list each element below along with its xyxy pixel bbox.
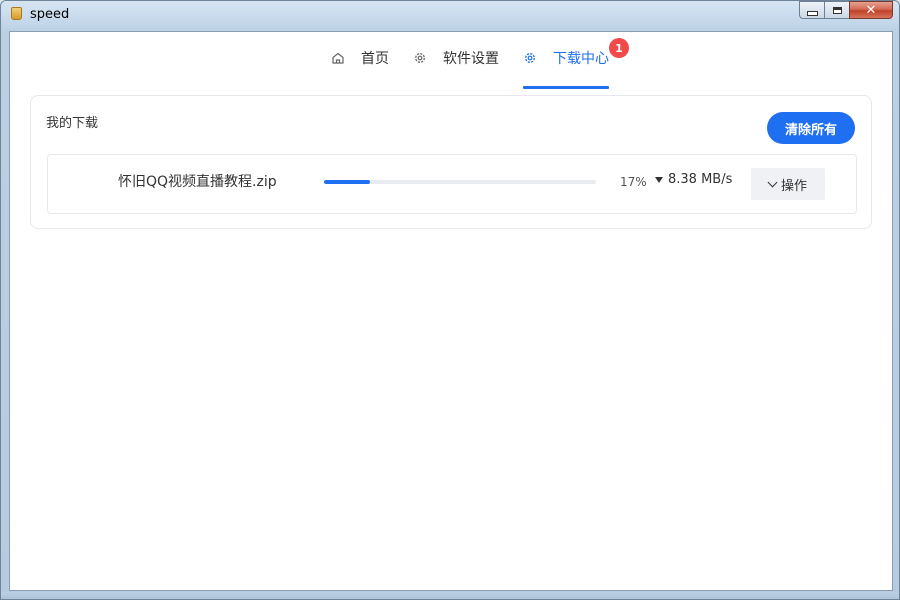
- gear-icon: [415, 53, 425, 63]
- app-icon: [11, 7, 22, 20]
- download-arrow-icon: [655, 176, 663, 183]
- tab-download-center[interactable]: 下载中心 1: [523, 38, 629, 89]
- tab-settings[interactable]: 软件设置: [413, 48, 499, 88]
- action-label: 操作: [780, 178, 807, 194]
- download-progress-bar: [324, 180, 596, 184]
- nav-bar: 首页 软件设置 下载中心 1: [10, 32, 892, 90]
- download-filename: 怀旧QQ视频直播教程.zip: [118, 174, 277, 190]
- client-area: 首页 软件设置 下载中心 1 我的下载 清除所有 怀旧QQ视频直播教程.zip …: [9, 31, 893, 591]
- tab-home-label: 首页: [361, 51, 389, 67]
- download-percent: 17%: [620, 175, 647, 189]
- download-speed-value: 8.38 MB/s: [668, 172, 733, 187]
- maximize-icon: [832, 6, 842, 14]
- action-dropdown-button[interactable]: 操作: [751, 168, 825, 200]
- window-bottom-frame: [1, 592, 899, 599]
- tab-home[interactable]: 首页: [331, 48, 389, 88]
- minimize-button[interactable]: [799, 1, 825, 19]
- window-controls: ✕: [799, 1, 893, 21]
- tab-download-center-label: 下载中心: [553, 51, 609, 67]
- gear-icon: [525, 53, 535, 63]
- clear-all-button[interactable]: 清除所有: [767, 112, 855, 144]
- window-title: speed: [30, 7, 70, 22]
- tab-settings-label: 软件设置: [443, 51, 499, 67]
- title-bar[interactable]: speed ✕: [1, 1, 899, 29]
- active-tab-indicator: [523, 86, 609, 89]
- my-downloads-card: 我的下载 清除所有 怀旧QQ视频直播教程.zip 17% 8.38 MB/s 操…: [30, 95, 872, 229]
- maximize-button[interactable]: [824, 1, 850, 19]
- home-icon: [332, 52, 344, 64]
- minimize-icon: [806, 10, 818, 16]
- close-icon: ✕: [865, 2, 877, 18]
- card-title: 我的下载: [46, 116, 99, 131]
- download-speed: 8.38 MB/s: [655, 172, 732, 187]
- chevron-down-icon: [767, 177, 778, 187]
- download-progress-fill: [324, 180, 371, 184]
- notification-badge: 1: [609, 38, 629, 58]
- app-window: speed ✕ 首页 软件设置 下载中心 1 我的下载 清除所有 怀旧QQ视频直…: [0, 0, 900, 600]
- close-button[interactable]: ✕: [849, 1, 893, 19]
- download-item: 怀旧QQ视频直播教程.zip 17% 8.38 MB/s 操作: [47, 154, 857, 214]
